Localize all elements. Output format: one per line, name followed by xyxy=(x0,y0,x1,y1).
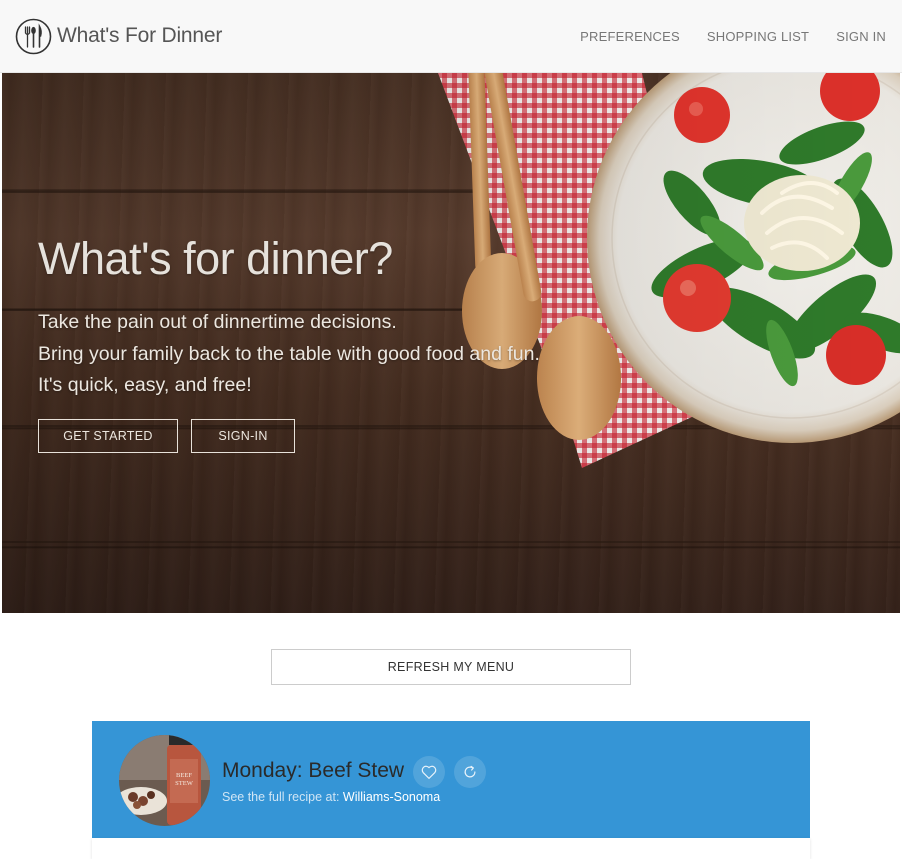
nav-links: PREFERENCES SHOPPING LIST SIGN IN xyxy=(553,29,886,44)
replace-meal-button[interactable] xyxy=(454,756,486,788)
menu-card-body xyxy=(92,838,810,859)
heart-icon xyxy=(421,765,437,779)
hero-sign-in-button[interactable]: SIGN-IN xyxy=(191,419,295,453)
recipe-source-line: See the full recipe at: Williams-Sonoma xyxy=(222,790,440,804)
favorite-button[interactable] xyxy=(413,756,445,788)
hero-title: What's for dinner? xyxy=(38,233,393,284)
recipe-prefix: See the full recipe at: xyxy=(222,790,340,804)
navbar: What's For Dinner PREFERENCES SHOPPING L… xyxy=(0,0,902,73)
nav-sign-in[interactable]: SIGN IN xyxy=(836,29,886,44)
hero-tagline-1: Take the pain out of dinnertime decision… xyxy=(38,311,397,333)
refresh-icon xyxy=(464,765,476,778)
beef-stew-jar-image: BEEF STEW xyxy=(119,735,210,826)
svg-text:BEEF: BEEF xyxy=(176,772,192,779)
hero-banner: What's for dinner? Take the pain out of … xyxy=(2,73,900,613)
brand-name: What's For Dinner xyxy=(57,24,223,47)
svg-text:STEW: STEW xyxy=(175,780,194,787)
fork-spoon-knife-icon xyxy=(15,18,52,54)
hero-tagline-2: Bring your family back to the table with… xyxy=(38,343,540,365)
brand[interactable]: What's For Dinner xyxy=(15,18,222,55)
hero-tagline-3: It's quick, easy, and free! xyxy=(38,374,252,396)
nav-preferences[interactable]: PREFERENCES xyxy=(580,29,680,44)
meal-thumbnail: BEEF STEW xyxy=(119,735,210,826)
get-started-button[interactable]: GET STARTED xyxy=(38,419,178,453)
refresh-menu-button[interactable]: REFRESH MY MENU xyxy=(271,649,631,685)
meal-title: Monday: Beef Stew xyxy=(222,759,405,782)
recipe-source-link[interactable]: Williams-Sonoma xyxy=(343,790,440,804)
menu-card: BEEF STEW Monday: Beef Stew See the full… xyxy=(92,721,810,838)
nav-shopping-list[interactable]: SHOPPING LIST xyxy=(707,29,809,44)
